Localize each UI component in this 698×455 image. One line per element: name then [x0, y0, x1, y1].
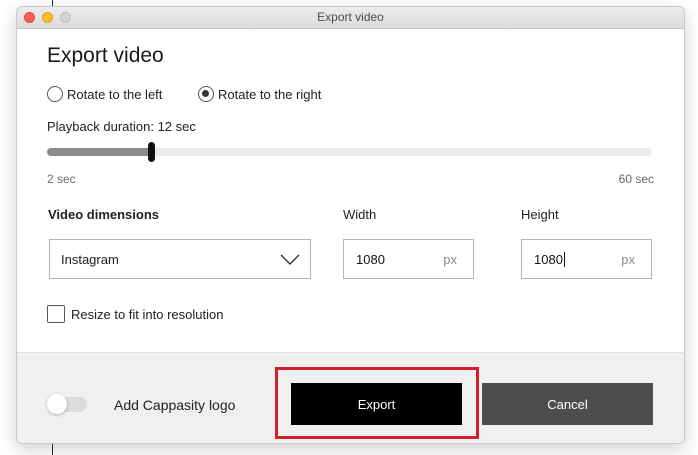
rotate-left-radio[interactable] — [47, 86, 63, 102]
rotate-right-option[interactable]: Rotate to the right — [198, 84, 321, 104]
cappasity-logo-toggle[interactable] — [47, 394, 87, 414]
height-input[interactable]: 1080 px — [521, 239, 652, 279]
slider-min-label: 2 sec — [47, 172, 76, 186]
text-caret — [563, 252, 565, 267]
video-dimensions-heading: Video dimensions — [48, 207, 160, 222]
rotate-left-label: Rotate to the left — [67, 86, 163, 102]
rotate-right-radio[interactable] — [198, 86, 214, 102]
width-unit: px — [443, 252, 457, 267]
dialog-heading: Export video — [47, 44, 164, 67]
dialog-footer: Add Cappasity logo Export Cancel — [17, 352, 684, 443]
slider-fill — [47, 148, 152, 156]
width-label: Width — [343, 207, 377, 222]
resize-option[interactable]: Resize to fit into resolution — [47, 305, 223, 323]
width-value: 1080 — [356, 252, 385, 267]
cappasity-logo-label: Add Cappasity logo — [114, 397, 236, 413]
playback-duration-label: Playback duration: 12 sec — [47, 119, 196, 134]
dimension-preset-value: Instagram — [61, 252, 119, 267]
export-video-window: Export video Export video Rotate to the … — [16, 6, 685, 444]
resize-checkbox[interactable] — [47, 305, 65, 323]
height-label: Height — [521, 207, 559, 222]
height-unit: px — [621, 252, 635, 267]
duration-slider[interactable] — [47, 142, 652, 162]
rotate-right-label: Rotate to the right — [218, 86, 322, 102]
dimension-preset-select[interactable]: Instagram — [49, 239, 311, 279]
title-bar: Export video — [17, 7, 684, 29]
resize-label: Resize to fit into resolution — [71, 306, 224, 322]
rotate-left-option[interactable]: Rotate to the left — [47, 84, 162, 104]
export-highlight-box — [275, 367, 479, 439]
window-title: Export video — [317, 10, 384, 24]
slider-max-label: 60 sec — [618, 172, 654, 186]
width-input[interactable]: 1080 px — [343, 239, 474, 279]
height-value-wrap: 1080 — [534, 252, 565, 267]
chevron-down-icon — [280, 254, 300, 265]
slider-thumb[interactable] — [148, 142, 156, 162]
cancel-button[interactable]: Cancel — [482, 383, 653, 425]
toggle-knob — [47, 394, 67, 414]
height-value: 1080 — [534, 252, 563, 267]
